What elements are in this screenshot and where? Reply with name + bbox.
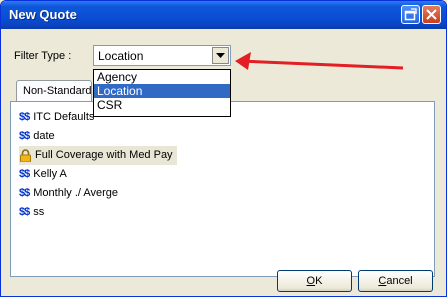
new-quote-dialog: New Quote Filter Type : Location Non-Sta…	[0, 0, 447, 297]
dropdown-option-location[interactable]: Location	[94, 84, 230, 98]
tab-non-standard[interactable]: Non-Standard	[16, 80, 92, 102]
dollar-icon: $$	[19, 130, 30, 142]
chevron-down-icon	[216, 53, 225, 58]
dropdown-option-agency[interactable]: Agency	[94, 70, 230, 84]
list-item[interactable]: $$ Kelly A	[19, 165, 177, 184]
annotation-arrow	[235, 52, 404, 70]
list-item[interactable]: $$ date	[19, 127, 177, 146]
lock-icon	[20, 148, 31, 162]
filter-type-value: Location	[98, 49, 144, 63]
restore-icon	[404, 8, 417, 21]
title-bar[interactable]: New Quote	[1, 1, 446, 29]
close-button[interactable]	[422, 5, 441, 24]
list-item[interactable]: $$ ss	[19, 203, 177, 222]
quote-list-panel: $$ ITC Defaults $$ date Full Coverage with…	[10, 101, 435, 277]
dropdown-option-csr[interactable]: CSR	[94, 98, 230, 112]
close-icon	[426, 9, 437, 20]
dollar-icon: $$	[19, 111, 30, 123]
filter-type-label: Filter Type :	[14, 50, 72, 62]
dropdown-toggle-button[interactable]	[212, 47, 229, 64]
filter-type-select[interactable]: Location	[93, 45, 231, 66]
ok-button[interactable]: OK	[277, 270, 352, 292]
dollar-icon: $$	[19, 168, 30, 180]
quote-list: $$ ITC Defaults $$ date Full Coverage with…	[19, 108, 177, 222]
dollar-icon: $$	[19, 187, 30, 199]
filter-type-dropdown-list: Agency Location CSR	[93, 69, 231, 117]
cancel-button[interactable]: Cancel	[358, 270, 433, 292]
list-item-selected[interactable]: Full Coverage with Med Pay	[19, 146, 177, 165]
window-title: New Quote	[9, 7, 77, 22]
restore-button[interactable]	[401, 5, 420, 24]
dollar-icon: $$	[19, 206, 30, 218]
list-item[interactable]: $$ Monthly ./ Averge	[19, 184, 177, 203]
